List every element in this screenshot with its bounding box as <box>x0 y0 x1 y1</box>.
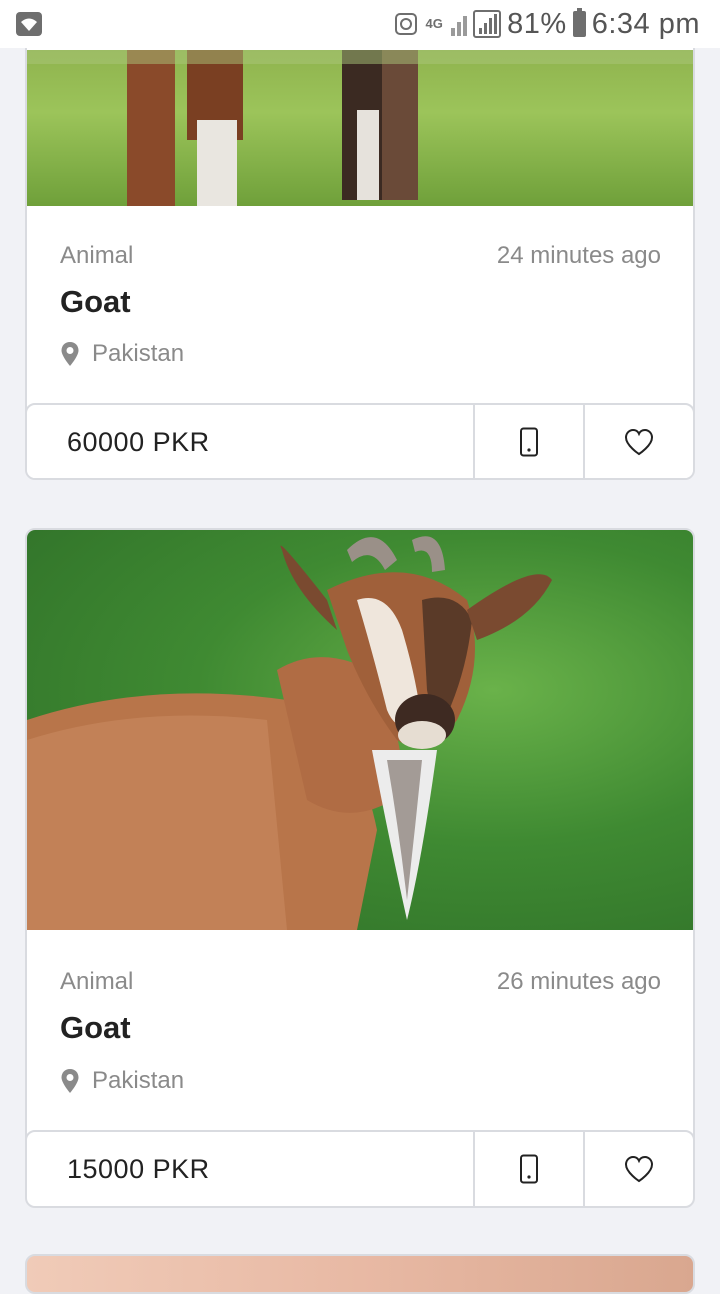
listing-location: Pakistan <box>60 1067 184 1095</box>
heart-icon <box>624 428 654 456</box>
vpn-icon <box>395 13 418 35</box>
clock: 6:34 pm <box>591 7 700 40</box>
listing-time: 26 minutes ago <box>496 968 661 995</box>
favorite-button[interactable] <box>583 1132 693 1206</box>
listing-price: 15000 PKR <box>67 1153 210 1184</box>
listing-footer: 15000 PKR <box>27 1130 693 1206</box>
signal-strength-icon <box>473 10 502 38</box>
battery-percent: 81% <box>507 7 567 40</box>
phone-icon <box>520 1154 538 1184</box>
listing-category: Animal <box>60 968 134 995</box>
listing-title[interactable]: Goat <box>60 284 131 320</box>
heart-icon <box>624 1155 654 1183</box>
listing-photo[interactable] <box>27 50 693 206</box>
status-bar: 4G 81% 6:34 pm <box>0 0 720 48</box>
call-button[interactable] <box>473 1132 583 1206</box>
listing-photo[interactable] <box>27 530 693 930</box>
signal-icon <box>451 12 468 36</box>
wifi-icon <box>16 12 42 36</box>
listing-footer: 60000 PKR <box>27 403 693 478</box>
listing-card-next[interactable] <box>25 1254 695 1294</box>
network-type: 4G <box>425 16 443 31</box>
favorite-button[interactable] <box>583 405 693 478</box>
call-button[interactable] <box>473 405 583 478</box>
listing-title[interactable]: Goat <box>60 1010 131 1046</box>
battery-icon <box>572 8 586 37</box>
listing-category: Animal <box>60 242 134 269</box>
map-pin-icon <box>61 342 79 366</box>
listing-location: Pakistan <box>60 340 184 368</box>
listing-price: 60000 PKR <box>67 426 210 457</box>
listing-card[interactable]: Animal 26 minutes ago Goat Pakistan 1500… <box>25 528 695 1208</box>
listing-location-text: Pakistan <box>92 1067 185 1094</box>
listing-card[interactable]: Animal 24 minutes ago Goat Pakistan 6000… <box>25 0 695 480</box>
phone-icon <box>520 427 538 457</box>
listing-location-text: Pakistan <box>92 340 185 367</box>
listing-time: 24 minutes ago <box>496 242 661 269</box>
map-pin-icon <box>61 1069 79 1093</box>
